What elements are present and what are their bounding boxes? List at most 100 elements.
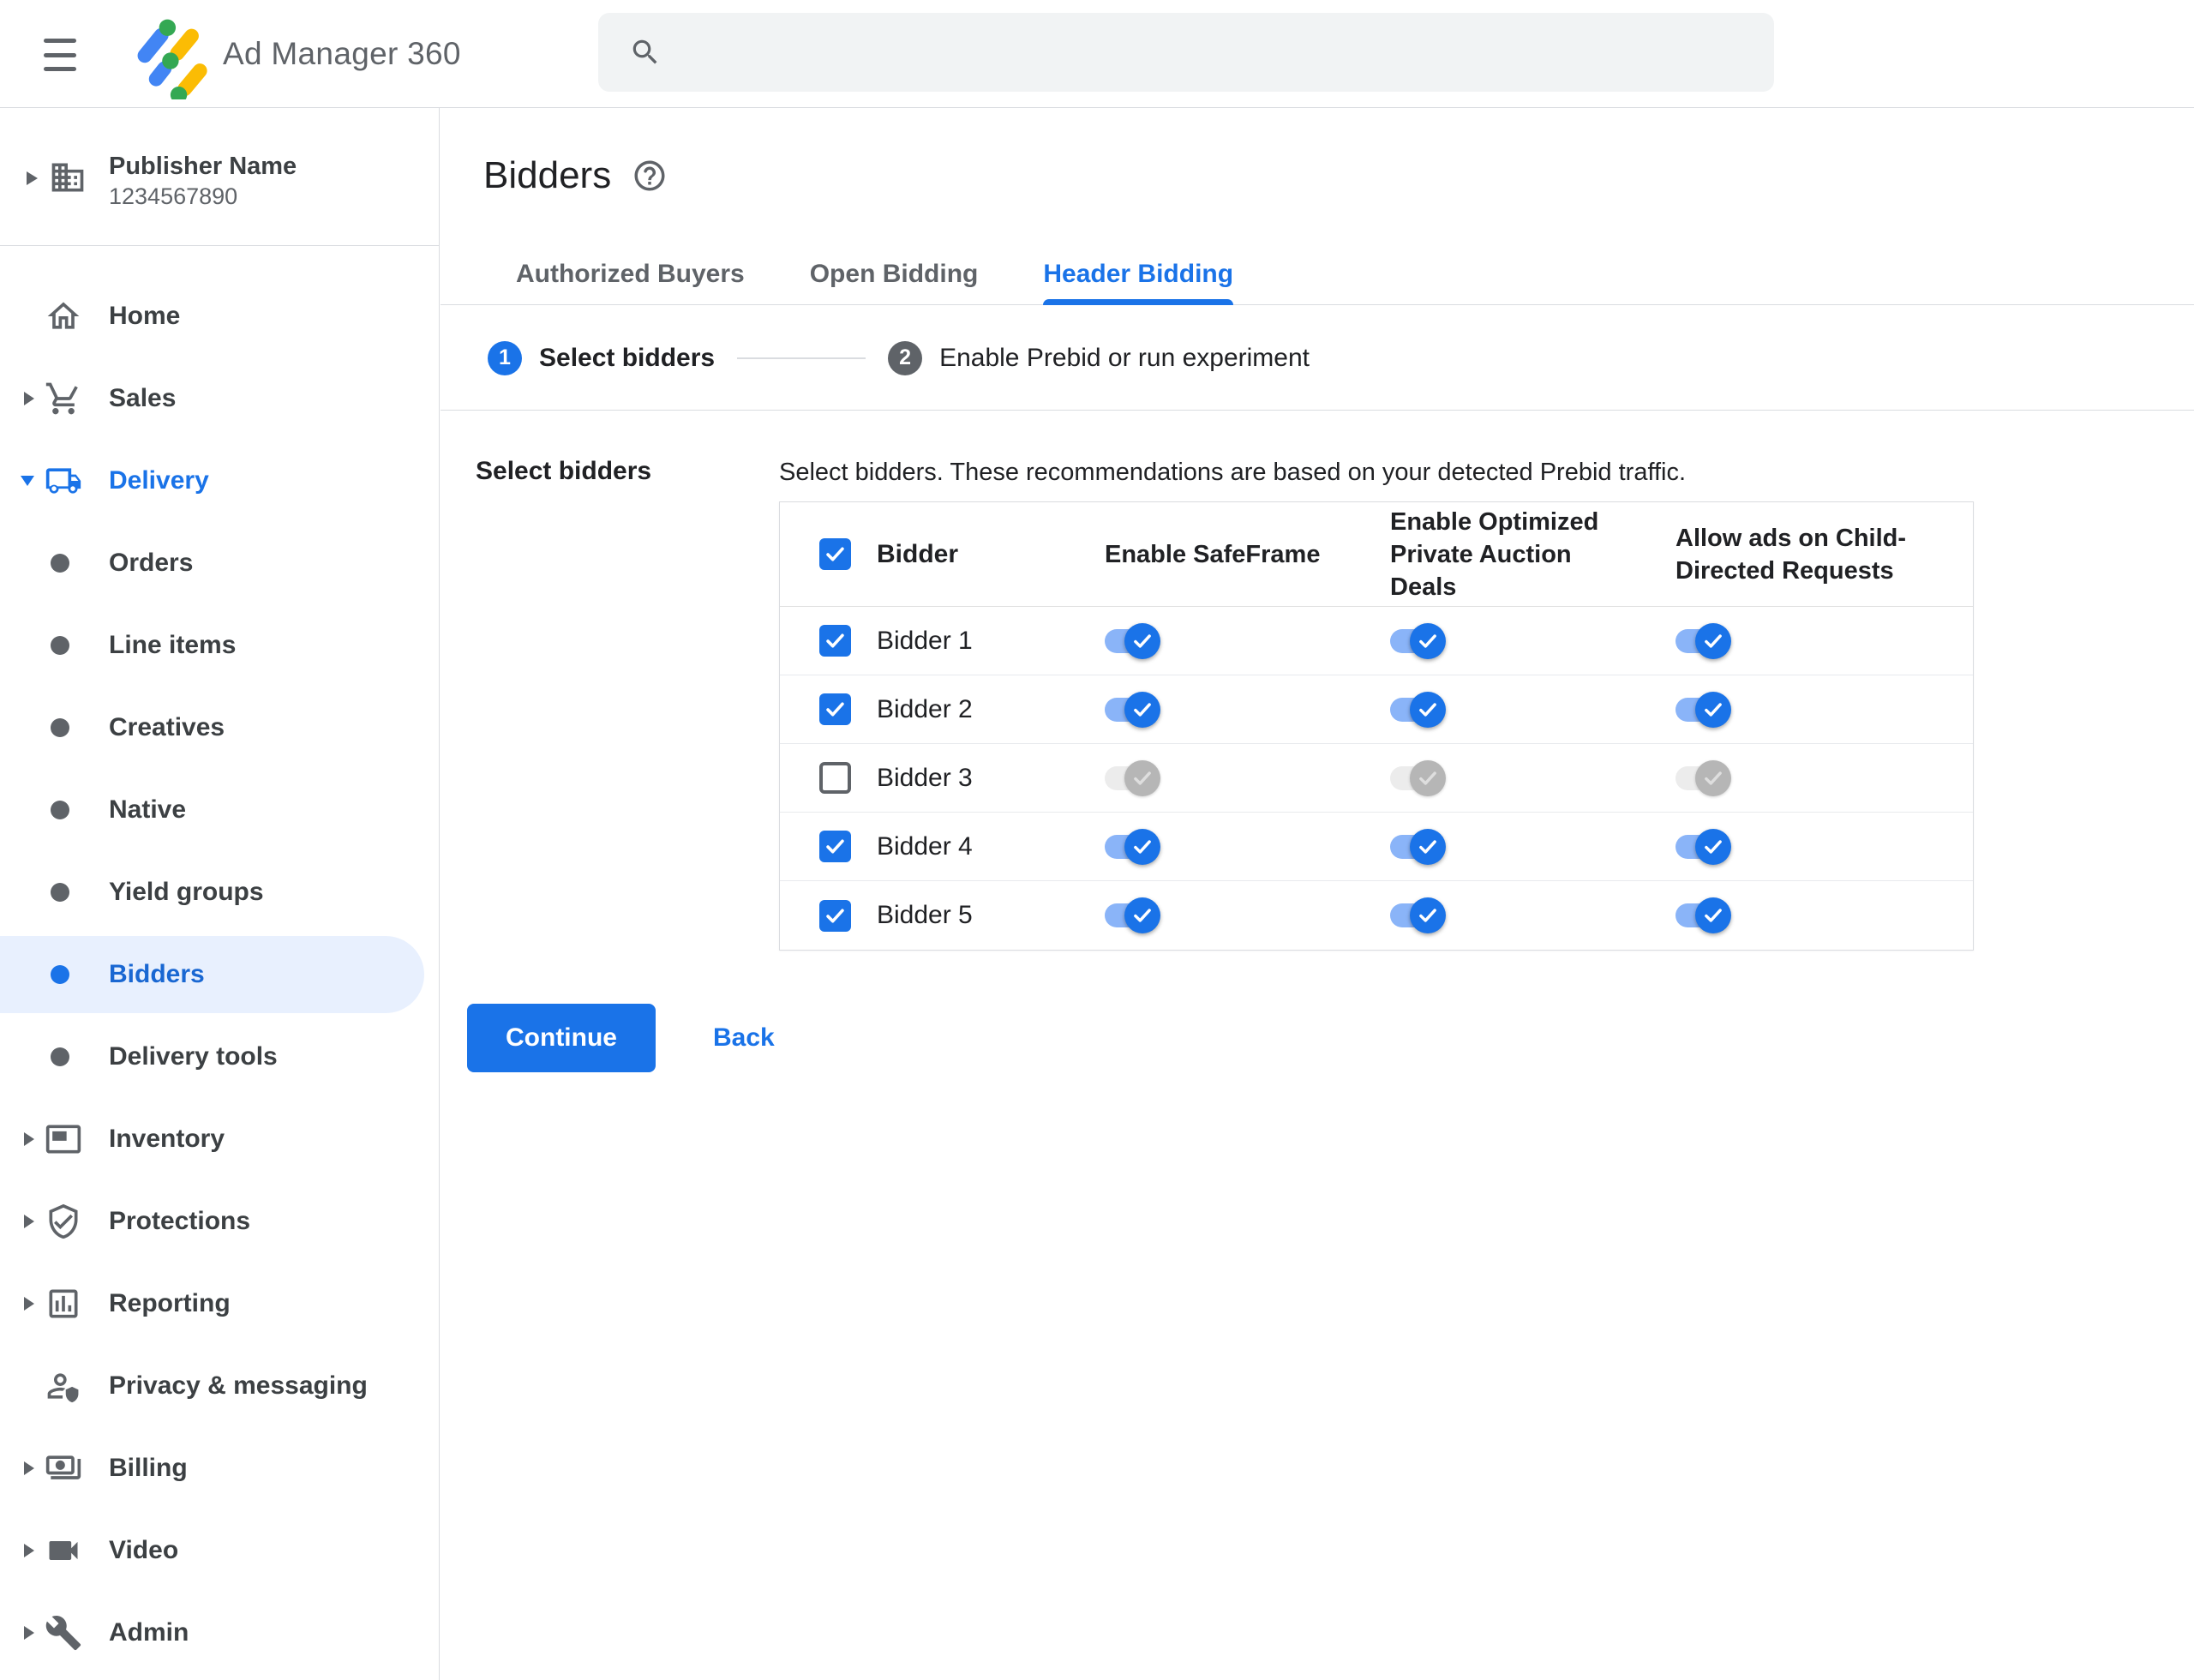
table-row-bidder-3: Bidder 3 bbox=[780, 744, 1973, 813]
page-title-row: Bidders bbox=[483, 153, 668, 199]
row-checkbox[interactable] bbox=[819, 762, 851, 794]
step-2-enable-prebid-or-run-experiment[interactable]: 2 Enable Prebid or run experiment bbox=[888, 340, 1310, 375]
tab-authorized-buyers[interactable]: Authorized Buyers bbox=[516, 243, 745, 304]
table-row-bidder-1: Bidder 1 bbox=[780, 607, 1973, 675]
toggle-cell bbox=[1675, 759, 1973, 796]
child-directed-requests-toggle[interactable] bbox=[1675, 897, 1731, 933]
sidebar-item-admin[interactable]: Admin bbox=[0, 1592, 439, 1674]
bullet-icon bbox=[51, 636, 69, 655]
sidebar-item-label: Yield groups bbox=[109, 878, 264, 906]
bullet-icon bbox=[51, 965, 69, 984]
sidebar-item-inventory[interactable]: Inventory bbox=[0, 1098, 439, 1180]
optimized-private-auction-deals-toggle[interactable] bbox=[1390, 691, 1446, 728]
cart-icon bbox=[45, 380, 82, 417]
bullet-icon bbox=[51, 801, 69, 819]
sidebar-item-privacy-messaging[interactable]: Privacy & messaging bbox=[0, 1345, 439, 1427]
building-icon bbox=[49, 159, 87, 196]
sidebar-item-label: Bidders bbox=[109, 960, 205, 988]
billing-icon bbox=[45, 1449, 82, 1487]
chevron-right-icon[interactable] bbox=[24, 1544, 34, 1557]
sidebar-item-video[interactable]: Video bbox=[0, 1509, 439, 1592]
step-label: Select bidders bbox=[539, 343, 716, 372]
step-number-badge: 1 bbox=[488, 340, 522, 375]
help-icon[interactable] bbox=[632, 158, 668, 194]
sidebar-item-sales[interactable]: Sales bbox=[0, 357, 439, 440]
toggle-cell bbox=[1675, 691, 1973, 728]
truck-icon bbox=[45, 462, 82, 500]
row-checkbox[interactable] bbox=[819, 831, 851, 862]
bidders-table: Bidder Enable SafeFrame Enable Optimized P… bbox=[779, 501, 1974, 951]
sidebar-item-label: Delivery bbox=[109, 466, 209, 495]
bullet-icon bbox=[51, 718, 69, 737]
select-all-checkbox[interactable] bbox=[819, 538, 851, 570]
row-checkbox[interactable] bbox=[819, 693, 851, 725]
sidebar-item-creatives[interactable]: Creatives bbox=[0, 687, 439, 769]
chevron-right-icon[interactable] bbox=[24, 392, 34, 405]
sidebar-item-delivery[interactable]: Delivery bbox=[0, 440, 439, 522]
toggle-cell bbox=[1390, 622, 1675, 659]
sidebar-item-label: Admin bbox=[109, 1618, 189, 1647]
child-directed-requests-toggle[interactable] bbox=[1675, 691, 1731, 728]
child-directed-requests-toggle bbox=[1675, 759, 1731, 796]
safeframe-toggle[interactable] bbox=[1105, 828, 1160, 865]
safeframe-toggle[interactable] bbox=[1105, 622, 1160, 659]
publisher-account[interactable]: Publisher Name 1234567890 bbox=[0, 108, 439, 246]
search-input[interactable] bbox=[682, 27, 1748, 78]
top-app-bar: Ad Manager 360 bbox=[0, 0, 2194, 108]
sidebar-item-native[interactable]: Native bbox=[0, 769, 439, 851]
child-directed-requests-toggle[interactable] bbox=[1675, 828, 1731, 865]
table-row-bidder-4: Bidder 4 bbox=[780, 813, 1973, 881]
tab-label: Open Bidding bbox=[809, 259, 979, 288]
column-header: Enable Optimized Private Auction Deals bbox=[1390, 507, 1599, 601]
bidder-cell: Bidder 5 bbox=[780, 899, 1105, 932]
chevron-right-icon[interactable] bbox=[24, 1461, 34, 1475]
sidebar-item-label: Protections bbox=[109, 1207, 251, 1235]
sidebar-item-line-items[interactable]: Line items bbox=[0, 604, 439, 687]
optimized-private-auction-deals-toggle[interactable] bbox=[1390, 897, 1446, 933]
toggle-cell bbox=[1105, 622, 1390, 659]
back-button[interactable]: Back bbox=[698, 1015, 790, 1061]
sidebar-item-reporting[interactable]: Reporting bbox=[0, 1263, 439, 1345]
safeframe-toggle[interactable] bbox=[1105, 691, 1160, 728]
tab-label: Header Bidding bbox=[1043, 259, 1234, 288]
sidebar-item-label: Line items bbox=[109, 631, 237, 659]
continue-button[interactable]: Continue bbox=[467, 1004, 656, 1072]
bidder-cell: Bidder 2 bbox=[780, 693, 1105, 725]
chevron-right-icon[interactable] bbox=[24, 1132, 34, 1146]
chevron-down-icon[interactable] bbox=[21, 476, 34, 486]
sidebar-item-label: Inventory bbox=[109, 1125, 225, 1153]
sidebar-item-orders[interactable]: Orders bbox=[0, 522, 439, 604]
child-directed-requests-toggle[interactable] bbox=[1675, 622, 1731, 659]
menu-icon[interactable] bbox=[38, 38, 82, 72]
sidebar-item-billing[interactable]: Billing bbox=[0, 1427, 439, 1509]
stepper: 1 Select bidders 2 Enable Prebid or run exp… bbox=[441, 306, 2194, 411]
optimized-private-auction-deals-toggle[interactable] bbox=[1390, 828, 1446, 865]
sidebar-item-yield-groups[interactable]: Yield groups bbox=[0, 851, 439, 933]
privacy-icon bbox=[45, 1367, 82, 1405]
header-cell: Enable SafeFrame bbox=[1105, 538, 1390, 571]
step-1-select-bidders[interactable]: 1 Select bidders bbox=[488, 340, 716, 375]
tab-open-bidding[interactable]: Open Bidding bbox=[810, 243, 979, 304]
section-description: Select bidders. These recommendations ar… bbox=[779, 459, 1687, 486]
product-name: Ad Manager 360 bbox=[223, 36, 461, 71]
chevron-right-icon[interactable] bbox=[24, 1297, 34, 1311]
sidebar-item-delivery-tools[interactable]: Delivery tools bbox=[0, 1016, 439, 1098]
sidebar-item-bidders[interactable]: Bidders bbox=[0, 933, 439, 1016]
sidebar-item-home[interactable]: Home bbox=[0, 275, 439, 357]
search-bar[interactable] bbox=[598, 13, 1774, 92]
chevron-right-icon[interactable] bbox=[24, 1626, 34, 1640]
sidebar-item-label: Video bbox=[109, 1536, 179, 1564]
tab-bar: Authorized Buyers Open Bidding Header Bidd… bbox=[441, 243, 2194, 305]
admin-icon bbox=[45, 1614, 82, 1652]
sidebar-item-label: Home bbox=[109, 302, 181, 330]
chevron-right-icon[interactable] bbox=[24, 1215, 34, 1228]
safeframe-toggle[interactable] bbox=[1105, 897, 1160, 933]
row-checkbox[interactable] bbox=[819, 899, 851, 932]
row-checkbox[interactable] bbox=[819, 625, 851, 657]
tab-header-bidding[interactable]: Header Bidding bbox=[1043, 243, 1234, 305]
publisher-expander-icon[interactable] bbox=[27, 171, 38, 185]
sidebar-item-protections[interactable]: Protections bbox=[0, 1180, 439, 1263]
report-icon bbox=[45, 1285, 82, 1323]
optimized-private-auction-deals-toggle[interactable] bbox=[1390, 622, 1446, 659]
toggle-cell bbox=[1675, 828, 1973, 865]
